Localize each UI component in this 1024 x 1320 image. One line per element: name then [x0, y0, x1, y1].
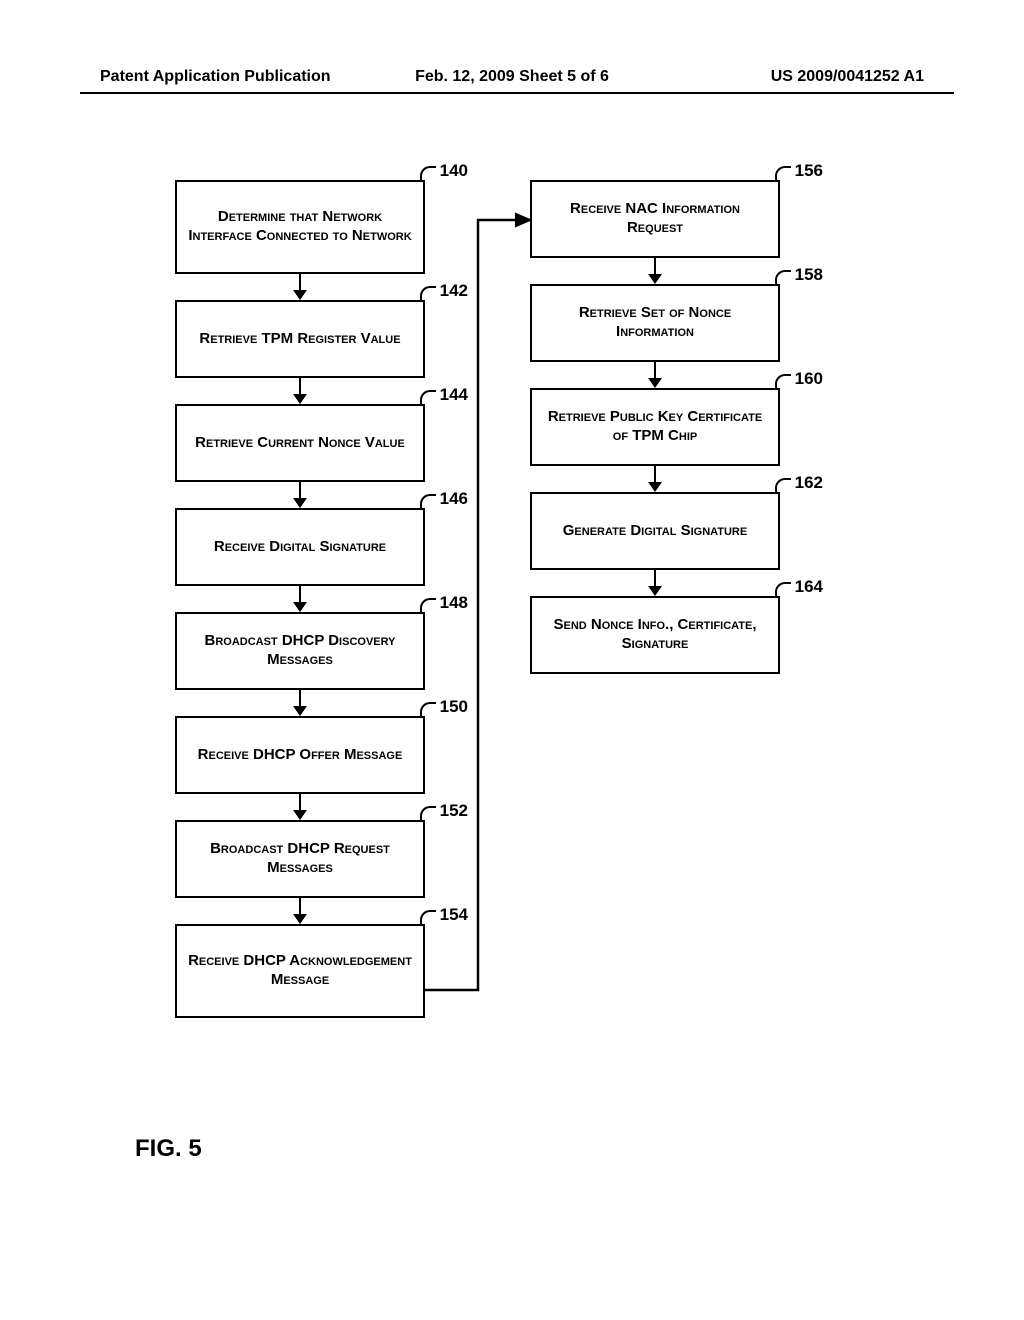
left-box-142: Retrieve TPM Register Value142	[175, 300, 425, 378]
ref-number-text: 140	[440, 161, 468, 180]
header-center: Feb. 12, 2009 Sheet 5 of 6	[375, 68, 650, 86]
box-text: Send Nonce Info., Certificate, Signature	[540, 616, 770, 654]
right-box-158: Retrieve Set of Nonce Information158	[530, 284, 780, 362]
ref-hook	[775, 478, 791, 492]
ref-number: 142	[440, 280, 468, 301]
connector-154-to-156	[0, 180, 1024, 1085]
arrow-down-icon	[175, 378, 425, 404]
ref-hook	[420, 166, 436, 180]
ref-number: 144	[440, 384, 468, 405]
ref-number: 148	[440, 592, 468, 613]
arrow-down-icon	[175, 690, 425, 716]
ref-number-text: 150	[440, 697, 468, 716]
box-text: Determine that Network Interface Connect…	[185, 208, 415, 246]
ref-number-text: 164	[795, 577, 823, 596]
right-column: Receive NAC Information Request156 Retrie…	[530, 180, 780, 674]
ref-hook	[420, 390, 436, 404]
ref-number-text: 152	[440, 801, 468, 820]
arrow-down-icon	[530, 362, 780, 388]
right-box-160: Retrieve Public Key Certificate of TPM C…	[530, 388, 780, 466]
left-column: Determine that Network Interface Connect…	[175, 180, 425, 1018]
header-left: Patent Application Publication	[100, 68, 375, 86]
ref-number-text: 162	[795, 473, 823, 492]
arrow-down-icon	[175, 482, 425, 508]
left-box-152: Broadcast DHCP Request Messages152	[175, 820, 425, 898]
box-text: Receive DHCP Offer Message	[198, 746, 403, 765]
arrow-down-icon	[175, 586, 425, 612]
ref-number-text: 146	[440, 489, 468, 508]
ref-number: 152	[440, 800, 468, 821]
ref-number-text: 156	[795, 161, 823, 180]
ref-number: 162	[795, 472, 823, 493]
arrow-down-icon	[530, 258, 780, 284]
left-box-148: Broadcast DHCP Discovery Messages148	[175, 612, 425, 690]
box-text: Broadcast DHCP Discovery Messages	[185, 632, 415, 670]
ref-number-text: 148	[440, 593, 468, 612]
page-header: Patent Application Publication Feb. 12, …	[100, 68, 924, 86]
ref-number-text: 154	[440, 905, 468, 924]
ref-hook	[420, 494, 436, 508]
ref-number: 164	[795, 576, 823, 597]
ref-hook	[775, 166, 791, 180]
ref-number: 154	[440, 904, 468, 925]
box-text: Receive NAC Information Request	[540, 200, 770, 238]
right-box-156: Receive NAC Information Request156	[530, 180, 780, 258]
box-text: Retrieve TPM Register Value	[199, 330, 400, 349]
ref-hook	[420, 286, 436, 300]
left-box-150: Receive DHCP Offer Message150	[175, 716, 425, 794]
left-box-144: Retrieve Current Nonce Value144	[175, 404, 425, 482]
ref-number: 150	[440, 696, 468, 717]
header-right: US 2009/0041252 A1	[649, 68, 924, 86]
box-text: Broadcast DHCP Request Messages	[185, 840, 415, 878]
ref-number: 158	[795, 264, 823, 285]
arrow-down-icon	[530, 466, 780, 492]
ref-number: 146	[440, 488, 468, 509]
left-box-154: Receive DHCP Acknowledgement Message154	[175, 924, 425, 1018]
box-text: Receive DHCP Acknowledgement Message	[185, 952, 415, 990]
header-rule	[80, 92, 954, 94]
ref-hook	[775, 582, 791, 596]
box-text: Retrieve Current Nonce Value	[195, 434, 405, 453]
ref-hook	[420, 702, 436, 716]
box-text: Generate Digital Signature	[563, 522, 747, 541]
left-box-146: Receive Digital Signature146	[175, 508, 425, 586]
box-text: Retrieve Set of Nonce Information	[540, 304, 770, 342]
ref-hook	[420, 806, 436, 820]
figure-label: FIG. 5	[135, 1135, 202, 1163]
ref-number-text: 158	[795, 265, 823, 284]
ref-number-text: 144	[440, 385, 468, 404]
ref-number: 160	[795, 368, 823, 389]
ref-hook	[775, 374, 791, 388]
arrow-down-icon	[530, 570, 780, 596]
right-box-162: Generate Digital Signature162	[530, 492, 780, 570]
box-text: Retrieve Public Key Certificate of TPM C…	[540, 408, 770, 446]
ref-number-text: 160	[795, 369, 823, 388]
ref-hook	[775, 270, 791, 284]
left-box-140: Determine that Network Interface Connect…	[175, 180, 425, 274]
right-box-164: Send Nonce Info., Certificate, Signature…	[530, 596, 780, 674]
ref-number: 140	[440, 160, 468, 181]
arrow-down-icon	[175, 898, 425, 924]
ref-number-text: 142	[440, 281, 468, 300]
arrow-down-icon	[175, 274, 425, 300]
ref-hook	[420, 598, 436, 612]
box-text: Receive Digital Signature	[214, 538, 386, 557]
arrow-down-icon	[175, 794, 425, 820]
ref-number: 156	[795, 160, 823, 181]
ref-hook	[420, 910, 436, 924]
